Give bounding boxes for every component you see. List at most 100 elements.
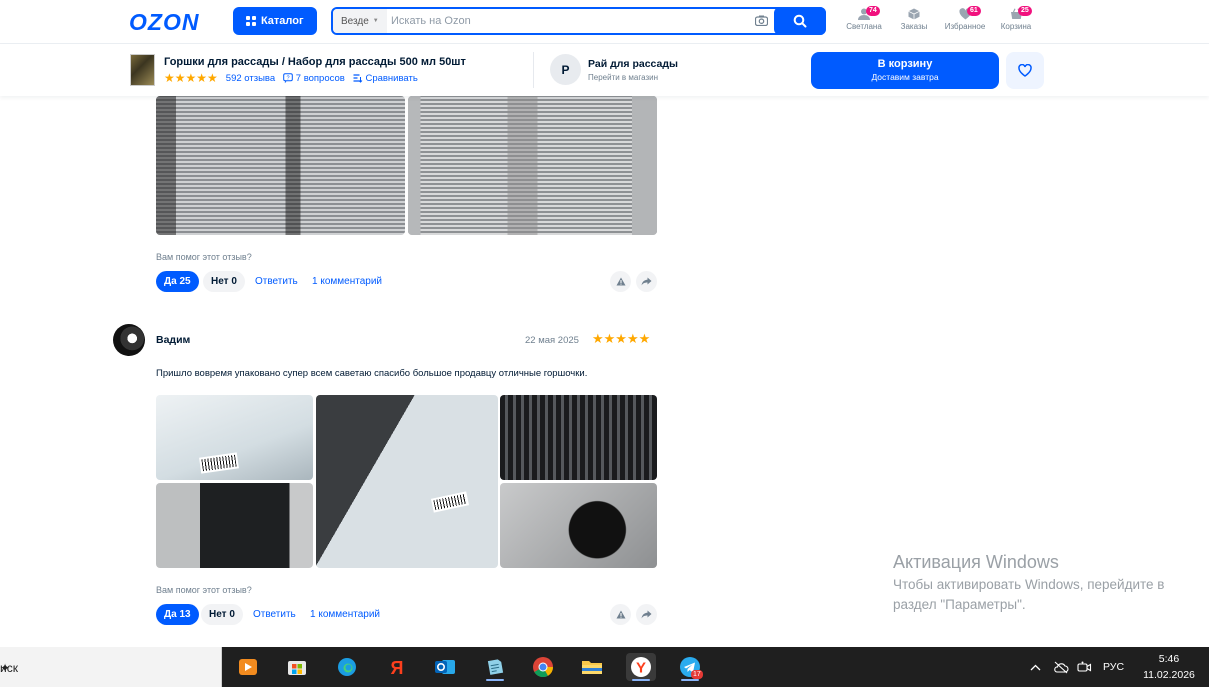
copilot-sparkle-icon[interactable]: ✦ [0,661,10,675]
taskbar-search[interactable]: иск ✦ [0,647,222,687]
taskbar-app-yandex-browser[interactable]: Y [626,653,656,681]
svg-text:Y: Y [636,660,646,677]
edge-icon [338,658,356,676]
taskbar-app-yandex[interactable]: Я [382,653,412,681]
cart-button-sublabel: Доставим завтра [871,72,939,82]
product-thumbnail[interactable] [130,54,155,86]
tray-language[interactable]: РУС [1103,647,1124,687]
activation-line1: Чтобы активировать Windows, перейдите в [893,577,1165,592]
review-photo[interactable] [500,395,657,480]
review-photo[interactable] [156,96,405,235]
review-photo[interactable] [316,395,498,568]
seller-name[interactable]: Рай для рассады [588,58,678,70]
windows-taskbar: иск ✦ Я Y 17 РУС 5:46 11.02.2026 [0,647,1209,687]
helpful-no-button[interactable]: Нет 0 [201,604,243,625]
catalog-button[interactable]: Каталог [233,7,317,35]
nav-cart[interactable]: 25 Корзина [990,6,1042,38]
review-photo[interactable] [500,483,657,568]
compare-icon [353,74,363,83]
add-to-cart-button[interactable]: В корзину Доставим завтра [811,52,999,89]
tray-overflow-chevron[interactable] [1030,647,1041,687]
product-sticky-bar: Горшки для рассады / Набор для рассады 5… [0,44,1209,96]
reply-link[interactable]: Ответить [255,276,298,287]
questions-link[interactable]: 7 вопросов [296,73,345,84]
share-icon [641,277,652,286]
catalog-label: Каталог [260,15,304,27]
search-button[interactable] [774,7,826,35]
search-scope-select[interactable]: Везде ▼ [333,9,387,33]
nav-favorites[interactable]: 61 Избранное [939,6,991,38]
chevron-up-icon [1030,664,1041,670]
site-header: OZON Каталог Везде ▼ 74 Светлана Заказы [0,0,1209,44]
grid-icon [246,16,256,26]
camera-icon[interactable] [755,15,768,26]
taskbar-app-edge[interactable] [332,653,362,681]
question-icon: ? [283,73,293,83]
warning-icon [616,277,625,286]
review-text: Пришло вовремя упаковано супер всем саве… [156,368,588,379]
helpful-no-button[interactable]: Нет 0 [203,271,245,292]
review-photo[interactable] [156,483,313,568]
compare-link-wrap[interactable]: Сравнивать [353,73,418,84]
clock-date: 11.02.2026 [1143,669,1195,681]
tray-network[interactable] [1053,647,1069,687]
taskbar-app-store[interactable] [282,653,312,681]
share-button[interactable] [636,271,657,292]
cart-button-label: В корзину [877,58,933,70]
comments-link[interactable]: 1 комментарий [310,609,380,620]
yandex-icon: Я [391,658,404,677]
taskbar-app-media-player[interactable] [233,653,263,681]
avatar[interactable] [113,324,145,356]
nav-orders[interactable]: Заказы [888,8,940,38]
taskbar-app-telegram[interactable]: 17 [675,653,705,681]
svg-text:?: ? [287,75,290,81]
taskbar-app-chrome[interactable] [528,653,558,681]
review-rating-stars: ★★★★★ [592,331,651,346]
questions-link-wrap[interactable]: ? 7 вопросов [283,73,345,84]
notes-icon [487,659,504,675]
divider [533,52,534,88]
add-to-favorites-button[interactable] [1006,52,1044,89]
folder-icon [582,661,602,674]
windows-activation-watermark: Активация Windows Чтобы активировать Win… [893,552,1164,615]
activation-line2: раздел "Параметры". [893,597,1026,612]
comments-link[interactable]: 1 комментарий [312,276,382,287]
helpful-question: Вам помог этот отзыв? [156,252,252,262]
report-button[interactable] [610,604,631,625]
nav-profile-label: Светлана [846,22,882,31]
reply-link[interactable]: Ответить [253,609,296,620]
taskbar-app-outlook[interactable] [430,653,460,681]
running-indicator [632,679,650,681]
nav-cart-label: Корзина [1000,22,1032,31]
nav-favorites-label: Избранное [944,22,986,31]
compare-link[interactable]: Сравнивать [365,73,417,84]
helpful-yes-button[interactable]: Да 25 [156,271,199,292]
seller-avatar[interactable]: Р [550,54,581,85]
ozon-logo[interactable]: OZON [129,9,199,36]
share-icon [641,610,652,619]
search-input[interactable] [389,12,749,30]
taskbar-app-notes[interactable] [480,653,510,681]
cart-badge: 25 [1018,6,1032,16]
report-button[interactable] [610,271,631,292]
nav-profile[interactable]: 74 Светлана [838,6,890,38]
chevron-down-icon: ▼ [372,18,379,24]
reviews-link[interactable]: 592 отзыва [226,73,275,84]
review-photo[interactable] [408,96,657,235]
cloud-off-icon [1054,661,1069,673]
running-indicator [486,679,504,681]
go-to-store-link[interactable]: Перейти в магазин [588,73,658,82]
heart-outline-icon [1018,64,1032,77]
review-photo[interactable] [156,395,313,480]
box-icon [908,8,920,20]
share-button[interactable] [636,604,657,625]
search-bar: Везде ▼ [331,7,826,35]
taskbar-app-explorer[interactable] [577,653,607,681]
media-player-icon [239,659,257,675]
taskbar-clock[interactable]: 5:46 11.02.2026 [1139,651,1199,683]
helpful-yes-button[interactable]: Да 13 [156,604,199,625]
tray-camera[interactable] [1077,647,1092,687]
barcode-label [199,452,239,474]
chrome-icon [533,657,554,678]
review-author[interactable]: Вадим [156,334,190,346]
